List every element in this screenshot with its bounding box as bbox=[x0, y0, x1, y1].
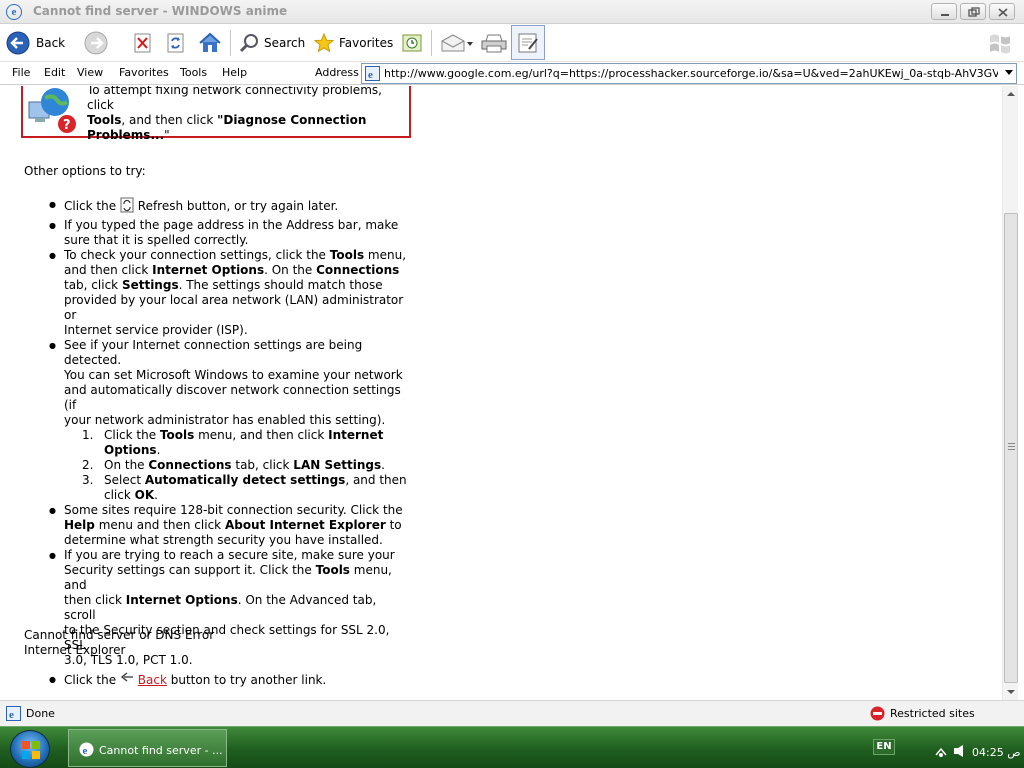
list-item: If you typed the page address in the Add… bbox=[40, 218, 410, 248]
diagnose-line: Problems..." bbox=[87, 128, 170, 142]
taskbar: e Cannot find server - ... EN 04:25 ص bbox=[0, 726, 1024, 768]
refresh-button[interactable] bbox=[166, 27, 186, 59]
scroll-up-arrow-icon[interactable] bbox=[1003, 86, 1019, 102]
error-source: Internet Explorer bbox=[24, 643, 126, 657]
favorites-label: Favorites bbox=[339, 36, 394, 50]
edit-page-icon bbox=[518, 33, 538, 52]
home-button[interactable] bbox=[197, 27, 223, 59]
diagnose-box: ? To attempt fixing network connectivity… bbox=[21, 86, 411, 142]
list-item: To check your connection settings, click… bbox=[40, 248, 410, 338]
favorites-button[interactable]: Favorites bbox=[313, 27, 393, 59]
search-label: Search bbox=[264, 36, 306, 50]
status-bar: e Done Restricted sites bbox=[0, 700, 1024, 726]
list-item: See if your Internet connection settings… bbox=[40, 338, 410, 428]
menu-file[interactable]: File bbox=[12, 66, 30, 79]
network-tray-icon[interactable] bbox=[934, 745, 948, 759]
windows-logo-icon bbox=[986, 27, 1014, 59]
restricted-zone-icon bbox=[870, 706, 885, 721]
refresh-icon bbox=[120, 197, 134, 213]
title-bar: e Cannot find server - WINDOWS anime bbox=[0, 0, 1024, 24]
vertical-scrollbar[interactable] bbox=[1002, 86, 1018, 700]
menu-favorites[interactable]: Favorites bbox=[119, 66, 169, 79]
search-icon bbox=[239, 34, 258, 53]
toolbar: Back Search Favorites bbox=[0, 24, 1024, 62]
history-icon bbox=[402, 34, 422, 52]
home-icon bbox=[199, 32, 221, 52]
close-icon bbox=[998, 8, 1008, 17]
address-bar[interactable]: e http://www.google.com.eg/url?q=https:/… bbox=[361, 63, 1017, 84]
back-link[interactable]: Back bbox=[138, 673, 167, 687]
toolbar-separator bbox=[230, 30, 231, 56]
address-label: Address bbox=[315, 66, 359, 79]
svg-text:e: e bbox=[9, 709, 14, 721]
refresh-icon bbox=[167, 33, 184, 53]
menu-help[interactable]: Help bbox=[222, 66, 247, 79]
start-button[interactable] bbox=[10, 730, 50, 768]
page-icon: e bbox=[365, 66, 380, 81]
list-item: Some sites require 128-bit connection se… bbox=[40, 503, 410, 548]
restore-button[interactable] bbox=[960, 3, 986, 20]
forward-button[interactable] bbox=[84, 27, 108, 59]
ordered-item: 1. Click the Tools menu, and then click … bbox=[82, 428, 384, 457]
language-indicator[interactable]: EN bbox=[873, 739, 895, 755]
diagnose-text: To attempt fixing network connectivity p… bbox=[87, 86, 405, 143]
taskbar-window-button[interactable]: e Cannot find server - ... bbox=[68, 729, 227, 767]
network-diagnose-icon: ? bbox=[28, 88, 76, 133]
menu-edit[interactable]: Edit bbox=[44, 66, 65, 79]
mail-icon bbox=[441, 34, 473, 52]
ordered-item: 3. Select Automatically detect settings,… bbox=[82, 473, 407, 502]
internet-explorer-icon: e bbox=[6, 4, 22, 20]
scroll-thumb[interactable] bbox=[1004, 213, 1018, 683]
security-zone[interactable]: Restricted sites bbox=[890, 707, 975, 720]
options-list: Click the Refresh button, or try again l… bbox=[40, 197, 410, 688]
stop-icon bbox=[134, 33, 151, 53]
page-content: ? To attempt fixing network connectivity… bbox=[6, 86, 1002, 700]
back-arrow-icon bbox=[6, 31, 30, 55]
edit-button[interactable] bbox=[511, 25, 545, 60]
list-item: Click the Refresh button, or try again l… bbox=[40, 197, 410, 214]
svg-text:e: e bbox=[368, 69, 373, 81]
print-button[interactable] bbox=[480, 27, 508, 59]
minimize-icon bbox=[941, 14, 949, 16]
scroll-down-arrow-icon[interactable] bbox=[1003, 684, 1019, 700]
search-button[interactable]: Search bbox=[238, 27, 305, 59]
windows-start-icon bbox=[22, 741, 40, 759]
minimize-button[interactable] bbox=[931, 3, 957, 20]
svg-text:e: e bbox=[83, 745, 88, 757]
volume-tray-icon[interactable] bbox=[952, 743, 968, 759]
diagnose-line: To attempt fixing network connectivity p… bbox=[87, 86, 382, 112]
back-label: Back bbox=[36, 36, 66, 50]
back-button[interactable]: Back bbox=[6, 27, 65, 59]
window-title: Cannot find server - WINDOWS anime bbox=[33, 4, 288, 18]
back-arrow-icon bbox=[120, 672, 133, 682]
restore-icon bbox=[968, 7, 980, 17]
forward-arrow-icon bbox=[84, 31, 108, 55]
menu-view[interactable]: View bbox=[77, 66, 103, 79]
clock[interactable]: 04:25 ص bbox=[972, 746, 1021, 759]
star-icon bbox=[313, 32, 335, 53]
list-item: Click the Back button to try another lin… bbox=[40, 672, 410, 688]
page-status-icon: e bbox=[6, 706, 21, 721]
menu-tools[interactable]: Tools bbox=[180, 66, 207, 79]
error-title: Cannot find server or DNS Error bbox=[24, 628, 215, 642]
svg-text:?: ? bbox=[63, 118, 71, 133]
taskbar-window-label: Cannot find server - ... bbox=[99, 744, 223, 757]
status-text: Done bbox=[26, 707, 55, 720]
menu-bar: File Edit View Favorites Tools Help Addr… bbox=[0, 62, 1024, 85]
ordered-item: 2. On the Connections tab, click LAN Set… bbox=[82, 458, 385, 472]
toolbar-separator bbox=[431, 30, 432, 56]
close-button[interactable] bbox=[989, 3, 1015, 20]
address-dropdown-icon[interactable] bbox=[1005, 70, 1013, 75]
mail-button[interactable] bbox=[440, 27, 474, 59]
address-url[interactable]: http://www.google.com.eg/url?q=https://p… bbox=[384, 67, 998, 80]
stop-button[interactable] bbox=[133, 27, 153, 59]
history-button[interactable] bbox=[401, 27, 423, 59]
diagnose-line: Tools, and then click "Diagnose Connecti… bbox=[87, 113, 367, 127]
other-options-heading: Other options to try: bbox=[24, 164, 146, 178]
printer-icon bbox=[481, 34, 507, 53]
internet-explorer-icon: e bbox=[79, 742, 94, 757]
